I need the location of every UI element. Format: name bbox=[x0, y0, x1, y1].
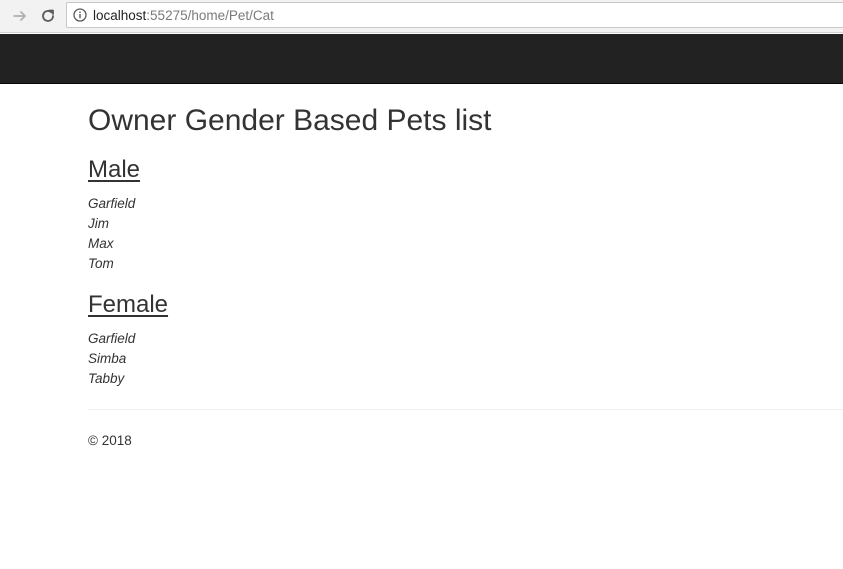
list-item: Garfield bbox=[88, 331, 136, 346]
list-item: Garfield bbox=[88, 196, 136, 211]
address-bar[interactable]: localhost:55275/home/Pet/Cat bbox=[66, 2, 843, 28]
pet-list-female: Garfield Simba Tabby bbox=[88, 329, 843, 389]
list-item: Tabby bbox=[88, 371, 125, 386]
arrow-right-icon bbox=[13, 11, 26, 21]
url-host: localhost bbox=[93, 7, 147, 23]
group-heading-male: Male bbox=[88, 156, 141, 183]
reload-icon bbox=[42, 9, 54, 22]
list-item: Tom bbox=[88, 256, 114, 271]
info-icon[interactable] bbox=[73, 8, 87, 22]
forward-button[interactable] bbox=[10, 6, 30, 26]
url-path: :55275/home/Pet/Cat bbox=[146, 7, 274, 23]
group-heading-female: Female bbox=[88, 291, 169, 318]
reload-button[interactable] bbox=[38, 6, 58, 26]
list-item: Max bbox=[88, 236, 114, 251]
main-content: Owner Gender Based Pets list Male Garfie… bbox=[88, 84, 843, 451]
top-navbar bbox=[0, 34, 843, 84]
list-item: Simba bbox=[88, 351, 127, 366]
footer-copyright: © 2018 bbox=[88, 433, 132, 448]
page-title: Owner Gender Based Pets list bbox=[88, 104, 492, 137]
footer-divider bbox=[88, 409, 843, 410]
list-item: Jim bbox=[88, 216, 109, 231]
url-text[interactable]: localhost:55275/home/Pet/Cat bbox=[93, 8, 274, 23]
browser-toolbar: localhost:55275/home/Pet/Cat bbox=[0, 0, 843, 33]
pet-list-male: Garfield Jim Max Tom bbox=[88, 194, 843, 274]
